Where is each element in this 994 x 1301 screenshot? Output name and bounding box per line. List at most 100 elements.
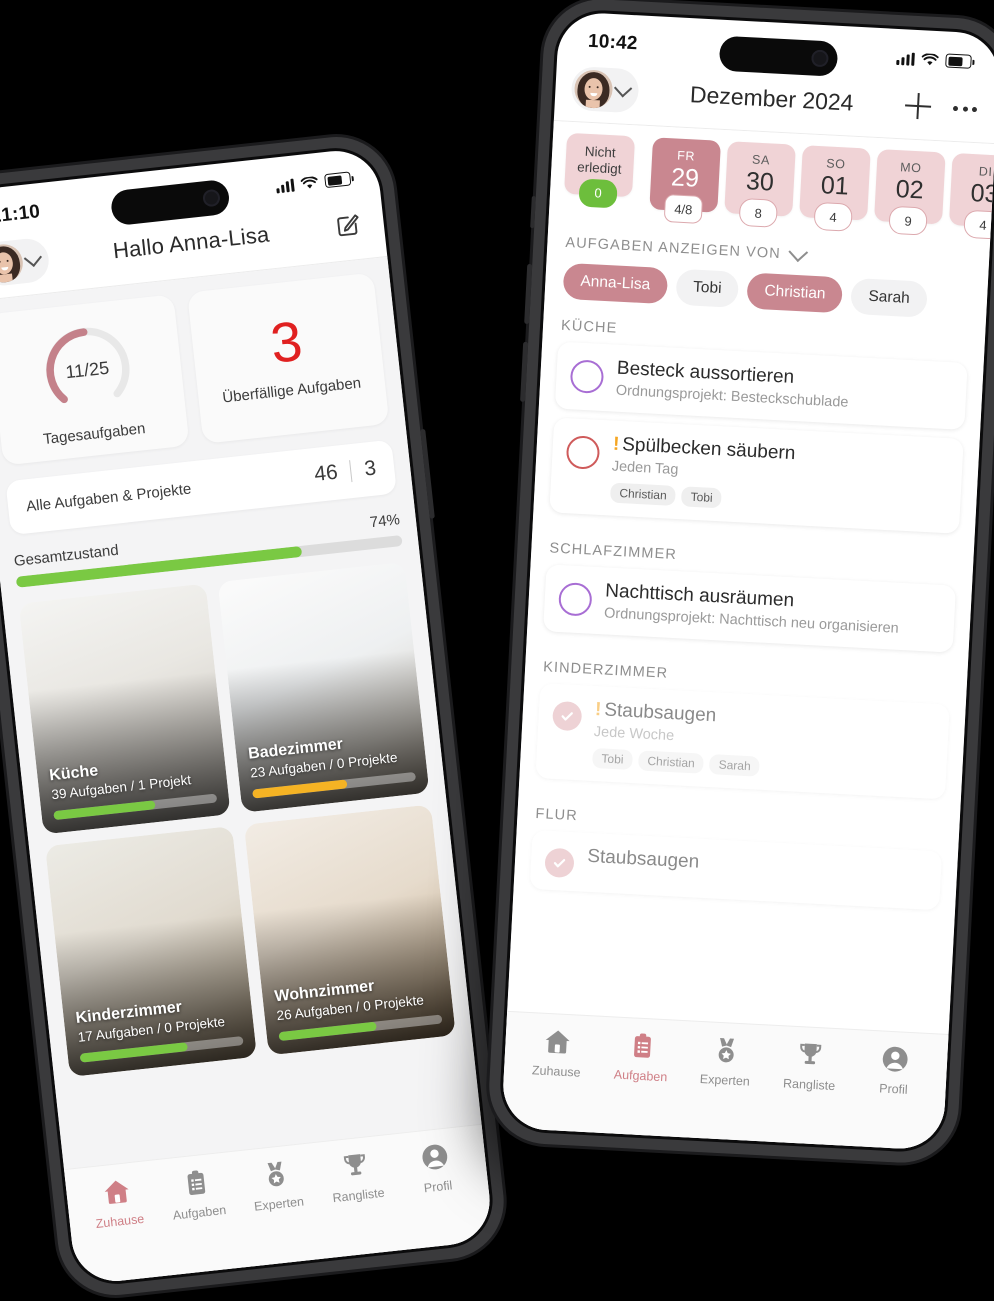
day-badge: 4 — [963, 209, 994, 240]
filter-chip[interactable]: Tobi — [675, 268, 740, 308]
task-title-text: Staubsaugen — [603, 699, 717, 727]
battery-icon — [324, 171, 352, 189]
assignee-tag: Christian — [609, 482, 677, 506]
day-badge: 0 — [578, 178, 618, 209]
screen-right: 10:42 Dezember 2024 Nicht erledigt 0 FR … — [501, 11, 994, 1151]
power-button[interactable] — [420, 428, 435, 519]
tab-rangliste[interactable]: Rangliste — [767, 1038, 854, 1094]
chevron-down-icon — [613, 78, 633, 97]
day-badge: 9 — [888, 205, 928, 236]
tab-rangliste[interactable]: Rangliste — [314, 1146, 399, 1206]
avatar — [0, 242, 25, 285]
tab-label: Profil — [878, 1081, 909, 1097]
wifi-icon — [300, 175, 318, 188]
urgent-icon: ! — [594, 699, 602, 721]
day-number: 01 — [820, 171, 850, 201]
home-icon — [542, 1030, 573, 1062]
tab-label: Experten — [699, 1072, 751, 1089]
tab-profil[interactable]: Profil — [851, 1042, 938, 1098]
tasks-content: Nicht erledigt 0 FR 29 4/8 SA 30 8 SO 01 4 MO 02 9 DI 03… — [501, 121, 994, 1151]
day-cell[interactable]: DI 03 4 — [948, 152, 994, 240]
day-badge: 4 — [813, 201, 853, 232]
assignee-tag: Christian — [637, 750, 705, 774]
room-card[interactable]: Küche 39 Aufgaben / 1 Projekt — [18, 583, 231, 835]
assignee-tag: Tobi — [681, 486, 723, 509]
add-task-button[interactable] — [904, 92, 931, 119]
tab-experten[interactable]: Experten — [234, 1155, 319, 1215]
avatar — [573, 69, 614, 110]
task-checkbox[interactable] — [569, 359, 605, 394]
tab-zuhause[interactable]: Zuhause — [75, 1172, 160, 1232]
task-title-text: Staubsaugen — [586, 845, 700, 873]
clipboard-icon — [182, 1170, 214, 1203]
medal-icon — [261, 1161, 293, 1195]
overall-label: Gesamtzustand — [13, 541, 120, 570]
volume-up-button[interactable] — [524, 263, 533, 325]
tab-label: Zuhause — [531, 1063, 581, 1080]
status-time: 21:10 — [0, 201, 42, 228]
compose-icon — [337, 213, 359, 236]
profile-switcher[interactable] — [570, 65, 640, 114]
signal-bars-icon — [275, 178, 295, 193]
tab-label: Rangliste — [782, 1076, 836, 1094]
status-time: 10:42 — [587, 30, 639, 55]
all-projects-count: 3 — [363, 456, 378, 481]
signal-bars-icon — [896, 51, 915, 66]
daily-tasks-card[interactable]: 11/25 Tagesaufgaben — [0, 294, 190, 466]
medal-icon — [710, 1038, 741, 1071]
day-number: 30 — [745, 167, 775, 197]
tabbar-right: Zuhause Aufgaben Experten Rangliste Profil — [501, 1010, 949, 1151]
tab-experten[interactable]: Experten — [682, 1033, 769, 1089]
daily-gauge-value: 11/25 — [64, 357, 111, 382]
room-card[interactable]: Wohnzimmer 26 Aufgaben / 0 Projekte — [243, 804, 456, 1056]
volume-down-button[interactable] — [520, 341, 529, 402]
filter-chip[interactable]: Anna-Lisa — [562, 262, 669, 305]
tab-profil[interactable]: Profil — [393, 1138, 478, 1198]
screen-left: 21:10 Hallo Anna-Lisa 11/25 Tagesaufgabe… — [0, 146, 495, 1286]
day-cell[interactable]: MO 02 9 — [874, 149, 946, 236]
compose-button[interactable] — [332, 208, 363, 244]
tab-label: Aufgaben — [613, 1067, 668, 1085]
day-cell[interactable]: FR 29 4/8 — [649, 137, 721, 224]
room-card[interactable]: Kinderzimmer 17 Aufgaben / 0 Projekte — [45, 826, 257, 1077]
task-checkbox[interactable] — [551, 700, 583, 732]
task-checkbox[interactable] — [544, 847, 575, 879]
filter-chip[interactable]: Christian — [746, 272, 844, 314]
assignee-tag: Tobi — [591, 747, 634, 771]
profile-switcher[interactable] — [0, 236, 51, 288]
person-icon — [420, 1144, 452, 1177]
wifi-icon — [921, 52, 939, 65]
overdue-tasks-card[interactable]: 3 Überfällige Aufgaben — [187, 272, 390, 444]
phone-left: 21:10 Hallo Anna-Lisa 11/25 Tagesaufgabe… — [0, 131, 510, 1301]
chevron-down-icon — [23, 248, 42, 267]
tab-zuhause[interactable]: Zuhause — [514, 1024, 601, 1080]
day-cell[interactable]: SO 01 4 — [799, 145, 871, 232]
task-title: Staubsaugen — [587, 846, 928, 886]
task-sections: KÜCHE Besteck aussortieren Ordnungsprojekt… — [514, 298, 986, 911]
battery-icon — [945, 53, 972, 69]
day-number: 03 — [969, 178, 994, 209]
day-number: 02 — [895, 175, 925, 205]
assignee-tag: Sarah — [709, 754, 761, 777]
task-checkbox[interactable] — [565, 435, 601, 470]
task-checkbox[interactable] — [557, 581, 593, 617]
tab-aufgaben[interactable]: Aufgaben — [598, 1029, 685, 1085]
task-item[interactable]: !Spülbecken säubern Jeden Tag Christian Tob… — [549, 417, 964, 534]
month-title: Dezember 2024 — [689, 80, 855, 116]
task-item[interactable]: !Staubsaugen Jede Woche Tobi Christian Sarah — [535, 683, 950, 800]
tab-label: Profil — [423, 1178, 453, 1196]
day-cell-pending[interactable]: Nicht erledigt 0 — [564, 132, 636, 209]
day-badge: 8 — [738, 197, 778, 228]
divider — [349, 460, 353, 483]
filter-chip[interactable]: Sarah — [850, 277, 928, 318]
tab-label: Experten — [253, 1194, 305, 1214]
room-card[interactable]: Badezimmer 23 Aufgaben / 0 Projekte — [217, 561, 430, 813]
more-options-button[interactable] — [952, 105, 978, 112]
day-cell[interactable]: SA 30 8 — [724, 141, 796, 228]
tab-aufgaben[interactable]: Aufgaben — [155, 1164, 240, 1224]
urgent-icon: ! — [612, 433, 620, 455]
mute-switch[interactable] — [530, 196, 536, 229]
day-badge: 4/8 — [663, 193, 704, 224]
dynamic-island — [718, 35, 839, 77]
daily-tasks-label: Tagesaufgaben — [42, 420, 147, 449]
